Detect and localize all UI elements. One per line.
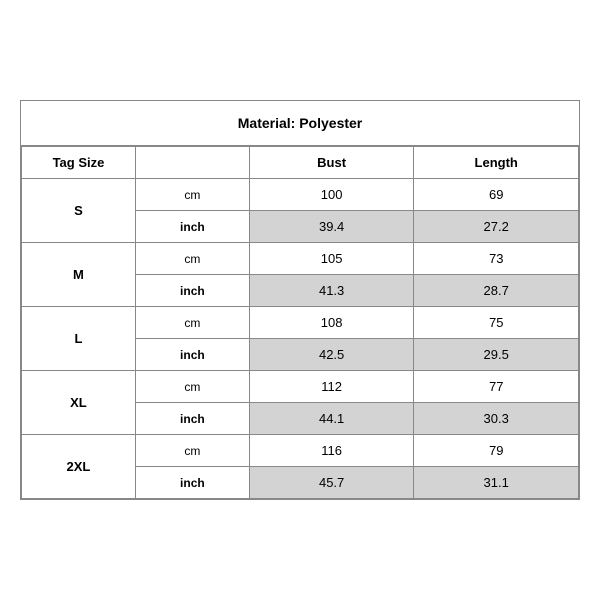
size-label: L — [22, 307, 136, 371]
bust-cm: 108 — [249, 307, 414, 339]
size-label: M — [22, 243, 136, 307]
unit-cm: cm — [135, 179, 249, 211]
length-cm: 73 — [414, 243, 579, 275]
unit-inch: inch — [135, 467, 249, 499]
bust-inch: 41.3 — [249, 275, 414, 307]
size-chart-table: Tag Size Bust Length Scm10069inch39.427.… — [21, 146, 579, 499]
unit-inch: inch — [135, 211, 249, 243]
unit-inch: inch — [135, 403, 249, 435]
col-header-bust: Bust — [249, 147, 414, 179]
unit-inch: inch — [135, 339, 249, 371]
length-inch: 27.2 — [414, 211, 579, 243]
length-inch: 28.7 — [414, 275, 579, 307]
unit-cm: cm — [135, 307, 249, 339]
bust-cm: 112 — [249, 371, 414, 403]
length-inch: 30.3 — [414, 403, 579, 435]
bust-cm: 116 — [249, 435, 414, 467]
length-cm: 75 — [414, 307, 579, 339]
length-cm: 69 — [414, 179, 579, 211]
table-row: XLcm11277 — [22, 371, 579, 403]
bust-inch: 42.5 — [249, 339, 414, 371]
length-inch: 31.1 — [414, 467, 579, 499]
length-cm: 79 — [414, 435, 579, 467]
col-header-unit — [135, 147, 249, 179]
unit-inch: inch — [135, 275, 249, 307]
length-cm: 77 — [414, 371, 579, 403]
unit-cm: cm — [135, 243, 249, 275]
table-title: Material: Polyester — [21, 101, 579, 146]
bust-inch: 45.7 — [249, 467, 414, 499]
bust-cm: 105 — [249, 243, 414, 275]
table-row: 2XLcm11679 — [22, 435, 579, 467]
col-header-length: Length — [414, 147, 579, 179]
table-row: Scm10069 — [22, 179, 579, 211]
table-header-row: Tag Size Bust Length — [22, 147, 579, 179]
unit-cm: cm — [135, 435, 249, 467]
unit-cm: cm — [135, 371, 249, 403]
table-row: Mcm10573 — [22, 243, 579, 275]
length-inch: 29.5 — [414, 339, 579, 371]
table-row: Lcm10875 — [22, 307, 579, 339]
bust-inch: 39.4 — [249, 211, 414, 243]
size-label: 2XL — [22, 435, 136, 499]
size-chart-wrapper: Material: Polyester Tag Size Bust Length… — [20, 100, 580, 500]
bust-inch: 44.1 — [249, 403, 414, 435]
size-label: S — [22, 179, 136, 243]
col-header-tag-size: Tag Size — [22, 147, 136, 179]
bust-cm: 100 — [249, 179, 414, 211]
size-label: XL — [22, 371, 136, 435]
